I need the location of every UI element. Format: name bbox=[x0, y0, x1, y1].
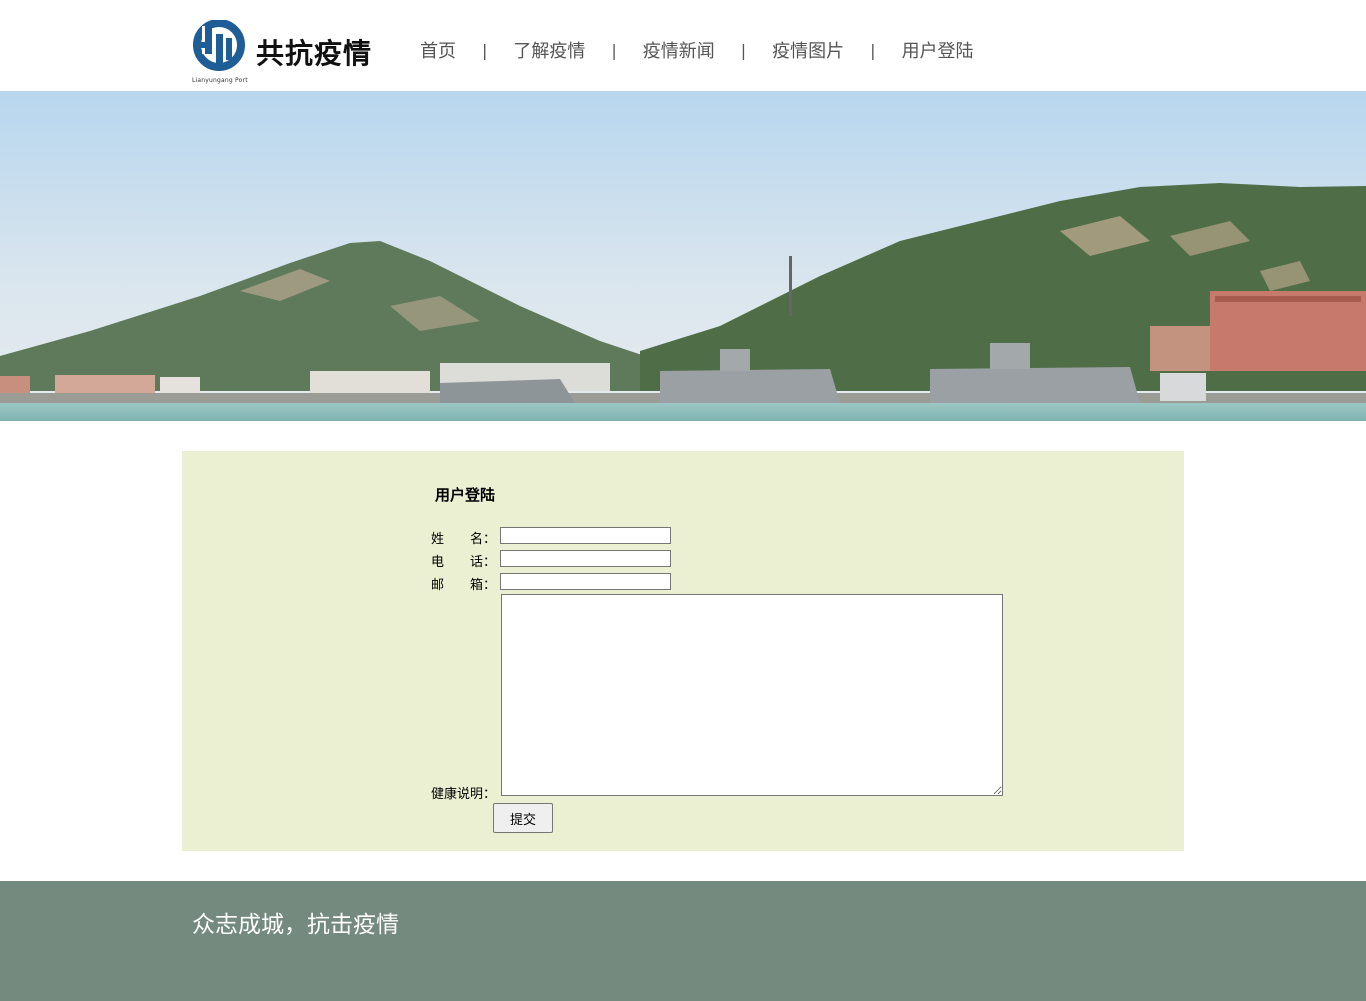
email-input[interactable] bbox=[500, 573, 671, 590]
health-description-textarea[interactable] bbox=[501, 594, 1003, 796]
nav-about-epidemic[interactable]: 了解疫情 bbox=[513, 37, 585, 63]
footer-slogan: 众志成城，抗击疫情 bbox=[192, 912, 399, 938]
nav-epidemic-news[interactable]: 疫情新闻 bbox=[643, 37, 715, 63]
nav-separator: | bbox=[870, 40, 876, 60]
phone-label: 电 话： bbox=[431, 555, 497, 570]
hero-banner-image bbox=[0, 91, 1366, 421]
site-logo[interactable]: 共抗疫情 Lianyungang Port bbox=[192, 20, 382, 86]
email-label: 邮 箱： bbox=[431, 578, 497, 593]
name-input[interactable] bbox=[500, 527, 671, 544]
logo-text: 共抗疫情 bbox=[256, 37, 373, 70]
nav-home[interactable]: 首页 bbox=[420, 37, 456, 63]
nav-epidemic-photos[interactable]: 疫情图片 bbox=[772, 37, 844, 63]
logo-subtitle: Lianyungang Port bbox=[192, 77, 248, 84]
phone-input[interactable] bbox=[500, 550, 671, 567]
submit-button[interactable]: 提交 bbox=[493, 803, 553, 833]
site-header: 共抗疫情 Lianyungang Port 首页 | 了解疫情 | 疫情新闻 |… bbox=[0, 0, 1366, 91]
name-label: 姓 名： bbox=[431, 532, 497, 547]
nav-separator: | bbox=[611, 40, 617, 60]
nav-user-login[interactable]: 用户登陆 bbox=[902, 37, 974, 63]
login-form-panel: 用户登陆 姓 名： 电 话： 邮 箱： 健康说明： 提交 bbox=[182, 451, 1184, 851]
form-title: 用户登陆 bbox=[435, 486, 496, 504]
nav-separator: | bbox=[482, 40, 488, 60]
health-description-label: 健康说明： bbox=[431, 787, 497, 802]
nav-separator: | bbox=[740, 40, 747, 60]
main-nav: 首页 | 了解疫情 | 疫情新闻 | 疫情图片 | 用户登陆 bbox=[420, 36, 974, 64]
site-footer: 众志成城，抗击疫情 bbox=[0, 881, 1366, 1001]
port-logo-icon bbox=[193, 20, 245, 71]
